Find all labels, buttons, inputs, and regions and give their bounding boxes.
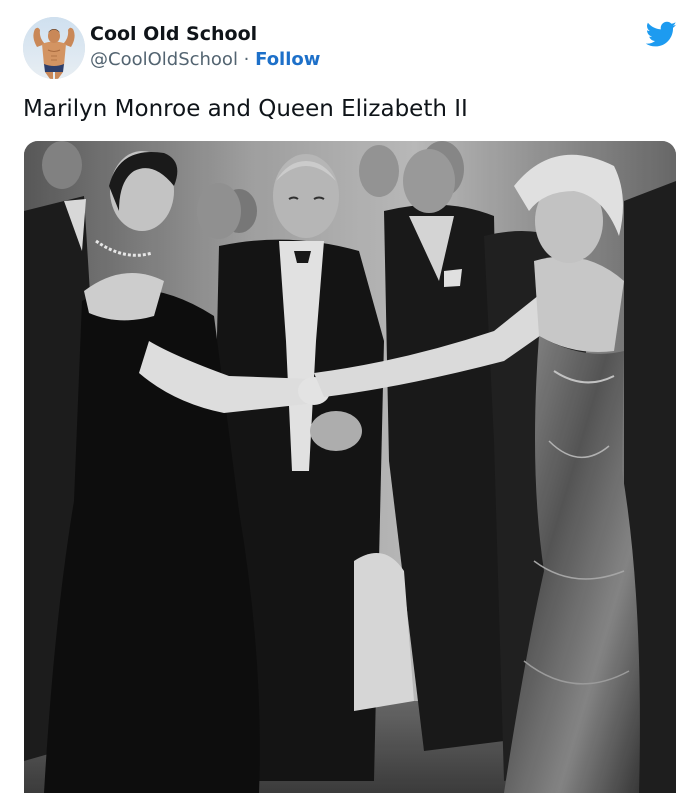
- avatar-bodybuilder-icon: [23, 17, 85, 79]
- handle-line: @CoolOldSchool · Follow: [90, 46, 320, 74]
- tweet-text: Marilyn Monroe and Queen Elizabeth II: [23, 96, 468, 122]
- twitter-bird-svg: [645, 21, 677, 47]
- twitter-bird-icon[interactable]: [645, 21, 677, 48]
- avatar[interactable]: [23, 17, 85, 79]
- tweet-header: Cool Old School @CoolOldSchool · Follow: [23, 17, 683, 81]
- tweet-card: Cool Old School @CoolOldSchool · Follow …: [0, 0, 700, 793]
- user-info: Cool Old School @CoolOldSchool · Follow: [90, 22, 320, 78]
- display-name[interactable]: Cool Old School: [90, 22, 320, 46]
- separator-dot: ·: [237, 49, 256, 70]
- tweet-photo[interactable]: [24, 141, 676, 793]
- follow-button[interactable]: Follow: [255, 49, 320, 70]
- user-handle[interactable]: @CoolOldSchool: [90, 49, 238, 70]
- photo-illustration: [24, 141, 676, 793]
